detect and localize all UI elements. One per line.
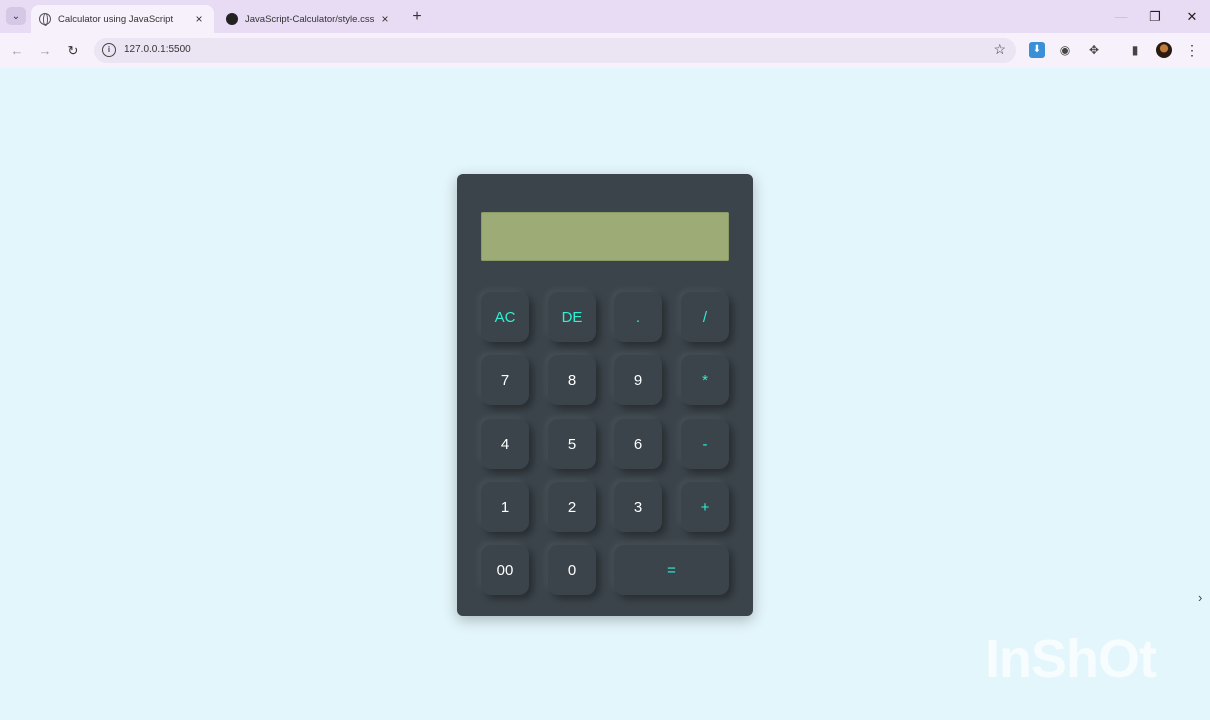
digit-9-button[interactable]: 9 bbox=[614, 355, 662, 405]
url-text[interactable]: 127.0.0.1:5500 bbox=[124, 44, 191, 55]
chevron-right-icon[interactable]: › bbox=[1198, 590, 1202, 605]
restore-button[interactable]: ❐ bbox=[1146, 8, 1164, 26]
forward-button[interactable]: → bbox=[35, 41, 55, 61]
subtract-button[interactable]: - bbox=[681, 419, 729, 469]
keypad: AC DE./7 8 9 * 4 5 6-1 2 3 +00 0 = bbox=[481, 292, 731, 595]
tab-title: Calculator using JavaScript bbox=[58, 13, 174, 25]
inshot-watermark: InShOt bbox=[985, 629, 1157, 689]
tab-github-style-css[interactable]: JavaScript-Calculator/style.css a × bbox=[218, 5, 400, 33]
digit-6-button[interactable]: 6 bbox=[614, 419, 662, 469]
bookmark-star-icon[interactable]: ☆ bbox=[993, 41, 1006, 58]
digit-7-button[interactable]: 7 bbox=[481, 355, 529, 405]
side-panel-icon[interactable]: ▮ bbox=[1127, 42, 1143, 58]
tab-search-button[interactable]: ⌄ bbox=[6, 7, 26, 25]
globe-icon bbox=[39, 13, 51, 26]
equals-button[interactable]: = bbox=[614, 545, 729, 595]
calculator-display[interactable] bbox=[481, 212, 729, 261]
double-zero-button[interactable]: 00 bbox=[481, 545, 529, 595]
digit-0-button[interactable]: 0 bbox=[548, 545, 596, 595]
tab-close-icon[interactable]: × bbox=[378, 12, 392, 26]
digit-4-button[interactable]: 4 bbox=[481, 419, 529, 469]
address-bar[interactable]: i 127.0.0.1:5500 ☆ bbox=[94, 38, 1016, 63]
divide-button[interactable]: / bbox=[681, 292, 729, 342]
tab-calculator[interactable]: Calculator using JavaScript × bbox=[31, 5, 214, 33]
tab-close-icon[interactable]: × bbox=[192, 12, 206, 26]
profile-avatar[interactable] bbox=[1156, 42, 1172, 58]
digit-2-button[interactable]: 2 bbox=[548, 482, 596, 532]
calculator: AC DE./7 8 9 * 4 5 6-1 2 3 +00 0 = bbox=[457, 174, 753, 616]
github-icon bbox=[226, 13, 238, 25]
decimal-button[interactable]: . bbox=[614, 292, 662, 342]
new-tab-button[interactable]: + bbox=[408, 8, 426, 26]
add-button[interactable]: + bbox=[681, 482, 729, 532]
digit-8-button[interactable]: 8 bbox=[548, 355, 596, 405]
digit-1-button[interactable]: 1 bbox=[481, 482, 529, 532]
back-button[interactable]: ← bbox=[7, 41, 27, 61]
delete-button[interactable]: DE bbox=[548, 292, 596, 342]
minimize-button[interactable]: — bbox=[1112, 8, 1130, 26]
digit-5-button[interactable]: 5 bbox=[548, 419, 596, 469]
browser-toolbar: ← → ↻ i 127.0.0.1:5500 ☆ ⬇ ◉ ✥ ▮ ⋮ bbox=[0, 33, 1210, 68]
download-extension-icon[interactable]: ⬇ bbox=[1029, 42, 1045, 58]
browser-menu-button[interactable]: ⋮ bbox=[1185, 41, 1199, 59]
reload-button[interactable]: ↻ bbox=[63, 41, 83, 61]
multiply-button[interactable]: * bbox=[681, 355, 729, 405]
close-window-button[interactable]: ✕ bbox=[1183, 8, 1201, 26]
tab-title: JavaScript-Calculator/style.css a bbox=[245, 13, 374, 25]
all-clear-button[interactable]: AC bbox=[481, 292, 529, 342]
tab-bar: ⌄ Calculator using JavaScript × JavaScri… bbox=[0, 0, 1210, 33]
site-info-icon[interactable]: i bbox=[102, 43, 116, 57]
extensions-puzzle-icon[interactable]: ✥ bbox=[1086, 42, 1102, 58]
digit-3-button[interactable]: 3 bbox=[614, 482, 662, 532]
camera-extension-icon[interactable]: ◉ bbox=[1057, 42, 1073, 58]
